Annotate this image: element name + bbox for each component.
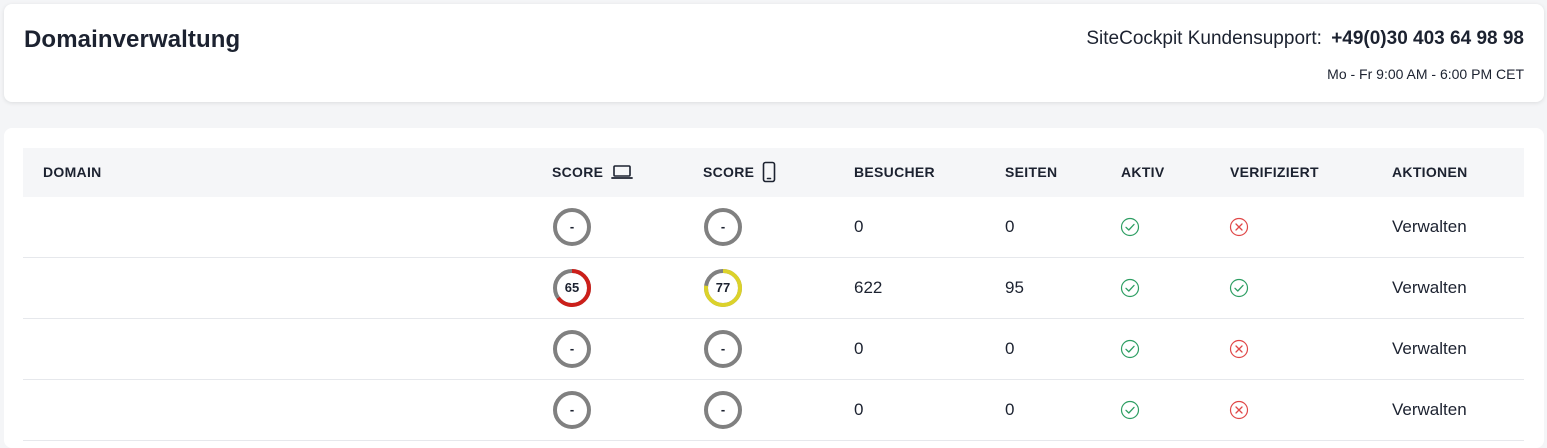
support-label: SiteCockpit Kundensupport: xyxy=(1086,28,1322,49)
manage-link[interactable]: Verwalten xyxy=(1392,197,1467,257)
column-header-active[interactable]: AKTIV xyxy=(1121,148,1165,197)
visitors-cell: 0 xyxy=(854,217,864,236)
check-circle-icon xyxy=(1120,339,1140,359)
column-header-visitors[interactable]: BESUCHER xyxy=(854,148,935,197)
x-circle-icon xyxy=(1229,400,1249,420)
page-title: Domainverwaltung xyxy=(24,26,241,53)
score-mobile-gauge: - xyxy=(703,207,743,247)
header-card: Domainverwaltung SiteCockpit Kundensuppo… xyxy=(4,4,1544,102)
column-header-pages[interactable]: SEITEN xyxy=(1005,148,1057,197)
smartphone-icon xyxy=(762,161,776,183)
check-circle-icon xyxy=(1120,400,1140,420)
score-desktop-gauge: - xyxy=(552,329,592,369)
score-mobile-gauge: 77 xyxy=(703,268,743,308)
score-desktop-value: - xyxy=(569,219,575,234)
score-mobile-gauge: - xyxy=(703,329,743,369)
score-desktop-value: - xyxy=(569,402,575,417)
score-desktop-gauge: 65 xyxy=(552,268,592,308)
visitors-cell: 0 xyxy=(854,400,864,419)
column-header-score-mobile[interactable]: SCORE xyxy=(703,148,776,197)
laptop-icon xyxy=(611,165,634,180)
column-header-domain[interactable]: DOMAIN xyxy=(43,148,102,197)
visitors-cell: 622 xyxy=(854,278,883,297)
column-header-verified[interactable]: VERIFIZIERT xyxy=(1230,148,1319,197)
pages-cell: 0 xyxy=(1005,400,1015,419)
table-row: - - 0 0 Verwalten xyxy=(23,319,1524,380)
manage-link[interactable]: Verwalten xyxy=(1392,258,1467,318)
support-hours: Mo - Fr 9:00 AM - 6:00 PM CET xyxy=(1327,66,1524,82)
score-mobile-value: 77 xyxy=(715,280,731,295)
check-circle-icon xyxy=(1120,217,1140,237)
x-circle-icon xyxy=(1229,339,1249,359)
pages-cell: 0 xyxy=(1005,217,1015,236)
score-mobile-value: - xyxy=(720,341,726,356)
table-row: 65 77 622 95 Verwalten xyxy=(23,258,1524,319)
support-phone[interactable]: +49(0)30 403 64 98 98 xyxy=(1331,28,1524,49)
support-line: SiteCockpit Kundensupport: +49(0)30 403 … xyxy=(1086,28,1524,50)
table-row: - - 0 0 Verwalten xyxy=(23,197,1524,258)
score-mobile-value: - xyxy=(720,219,726,234)
domain-table: DOMAIN SCORE SCORE BESUCHER SEITEN AKTIV… xyxy=(4,128,1544,448)
table-row: - - 0 0 Verwalten xyxy=(23,380,1524,441)
manage-link[interactable]: Verwalten xyxy=(1392,319,1467,379)
column-header-score-desktop[interactable]: SCORE xyxy=(552,148,634,197)
check-circle-icon xyxy=(1229,278,1249,298)
score-mobile-value: - xyxy=(720,402,726,417)
manage-link[interactable]: Verwalten xyxy=(1392,380,1467,440)
x-circle-icon xyxy=(1229,217,1249,237)
table-header: DOMAIN SCORE SCORE BESUCHER SEITEN AKTIV… xyxy=(23,148,1524,197)
pages-cell: 0 xyxy=(1005,339,1015,358)
check-circle-icon xyxy=(1120,278,1140,298)
score-desktop-value: 65 xyxy=(564,280,580,295)
score-mobile-gauge: - xyxy=(703,390,743,430)
score-desktop-gauge: - xyxy=(552,207,592,247)
column-header-actions: AKTIONEN xyxy=(1392,164,1468,180)
pages-cell: 95 xyxy=(1005,278,1024,297)
score-desktop-value: - xyxy=(569,341,575,356)
score-desktop-gauge: - xyxy=(552,390,592,430)
visitors-cell: 0 xyxy=(854,339,864,358)
